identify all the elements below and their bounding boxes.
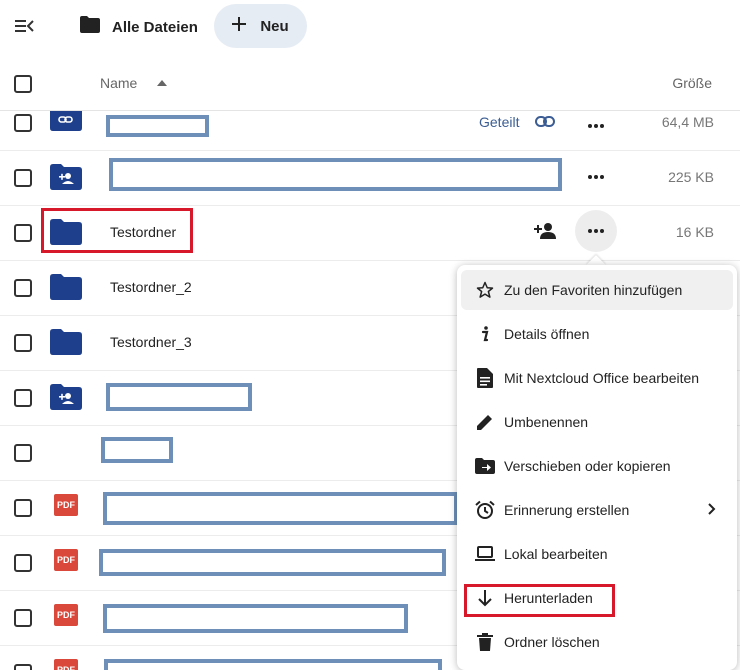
info-icon [475, 324, 495, 344]
redacted-filename[interactable] [103, 604, 408, 633]
menu-item-label: Verschieben oder kopieren [504, 458, 671, 474]
redacted-filename[interactable] [101, 437, 173, 463]
table-row[interactable]: Testordner 16 KB [0, 205, 740, 261]
row-actions-button[interactable] [581, 162, 611, 192]
menu-item-move-copy[interactable]: Verschieben oder kopieren [461, 446, 733, 486]
table-row[interactable]: 225 KB [0, 150, 740, 206]
redacted-filename[interactable] [99, 549, 446, 576]
folder-icon [50, 274, 82, 300]
row-checkbox[interactable] [14, 389, 32, 407]
menu-item-favorite[interactable]: Zu den Favoriten hinzufügen [461, 270, 733, 310]
row-checkbox[interactable] [14, 609, 32, 627]
menu-item-reminder[interactable]: Erinnerung erstellen [461, 490, 733, 530]
row-checkbox[interactable] [14, 444, 32, 462]
pdf-icon: PDF [54, 604, 78, 626]
file-name[interactable]: Testordner_3 [110, 334, 192, 350]
alarm-icon [475, 500, 495, 520]
document-icon [475, 368, 495, 388]
table-header: Name Größe [0, 56, 740, 111]
menu-item-label: Erinnerung erstellen [504, 502, 630, 518]
menu-item-label: Umbenennen [504, 414, 589, 430]
menu-item-label: Mit Nextcloud Office bearbeiten [504, 370, 700, 386]
menu-item-details[interactable]: Details öffnen [461, 314, 733, 354]
shared-link-folder-icon [50, 111, 82, 131]
row-checkbox[interactable] [14, 279, 32, 297]
chevron-right-icon [705, 502, 719, 516]
highlight-box [41, 208, 193, 253]
menu-item-label: Ordner löschen [504, 634, 600, 650]
file-size: 64,4 MB [661, 114, 714, 130]
redacted-filename[interactable] [104, 659, 442, 670]
pdf-icon: PDF [54, 494, 78, 516]
table-row[interactable]: Geteilt 64,4 MB [0, 111, 740, 151]
shared-user-folder-icon [50, 384, 82, 410]
pencil-icon [475, 412, 495, 432]
navigation-toggle-icon[interactable] [14, 16, 34, 36]
folder-icon [50, 329, 82, 355]
file-size: 225 KB [668, 169, 714, 185]
menu-item-local-edit[interactable]: Lokal bearbeiten [461, 534, 733, 574]
trash-icon [475, 632, 495, 652]
redacted-filename[interactable] [106, 115, 209, 137]
file-size: 16 KB [675, 224, 714, 240]
row-checkbox[interactable] [14, 499, 32, 517]
row-checkbox[interactable] [14, 169, 32, 187]
menu-item-rename[interactable]: Umbenennen [461, 402, 733, 442]
row-actions-button[interactable] [581, 111, 611, 141]
highlight-box [464, 584, 615, 617]
row-actions-button[interactable] [575, 210, 617, 252]
menu-item-label: Zu den Favoriten hinzufügen [504, 282, 683, 298]
select-all-checkbox[interactable] [14, 75, 32, 93]
context-menu: Zu den Favoriten hinzufügen Details öffn… [457, 265, 737, 670]
breadcrumb-label: Alle Dateien [112, 18, 198, 36]
redacted-filename[interactable] [109, 158, 562, 191]
column-size-header[interactable]: Größe [672, 75, 712, 91]
share-user-icon[interactable] [534, 222, 556, 245]
file-name[interactable]: Testordner_2 [110, 279, 192, 295]
folder-move-icon [475, 456, 495, 476]
new-button[interactable]: Neu [214, 4, 307, 48]
shared-label[interactable]: Geteilt [479, 114, 519, 130]
laptop-icon [475, 544, 495, 564]
star-icon [475, 280, 495, 300]
column-name-header[interactable]: Name [100, 75, 137, 91]
redacted-filename[interactable] [106, 383, 252, 411]
menu-item-delete-folder[interactable]: Ordner löschen [461, 622, 733, 662]
folder-icon [80, 16, 100, 38]
menu-item-label: Details öffnen [504, 326, 590, 342]
row-checkbox[interactable] [14, 224, 32, 242]
redacted-filename[interactable] [103, 492, 458, 525]
breadcrumb[interactable]: Alle Dateien [80, 13, 198, 41]
shared-user-folder-icon [50, 164, 82, 190]
pdf-icon: PDF [54, 549, 78, 571]
top-bar: Alle Dateien Neu [0, 0, 740, 54]
link-icon[interactable] [535, 115, 555, 134]
row-checkbox[interactable] [14, 664, 32, 670]
sort-ascending-icon[interactable] [157, 80, 167, 86]
row-checkbox[interactable] [14, 114, 32, 132]
plus-icon [232, 17, 247, 35]
row-checkbox[interactable] [14, 554, 32, 572]
pdf-icon: PDF [54, 659, 78, 670]
new-button-label: Neu [260, 17, 289, 35]
menu-item-label: Lokal bearbeiten [504, 546, 608, 562]
menu-item-office-edit[interactable]: Mit Nextcloud Office bearbeiten [461, 358, 733, 398]
row-checkbox[interactable] [14, 334, 32, 352]
